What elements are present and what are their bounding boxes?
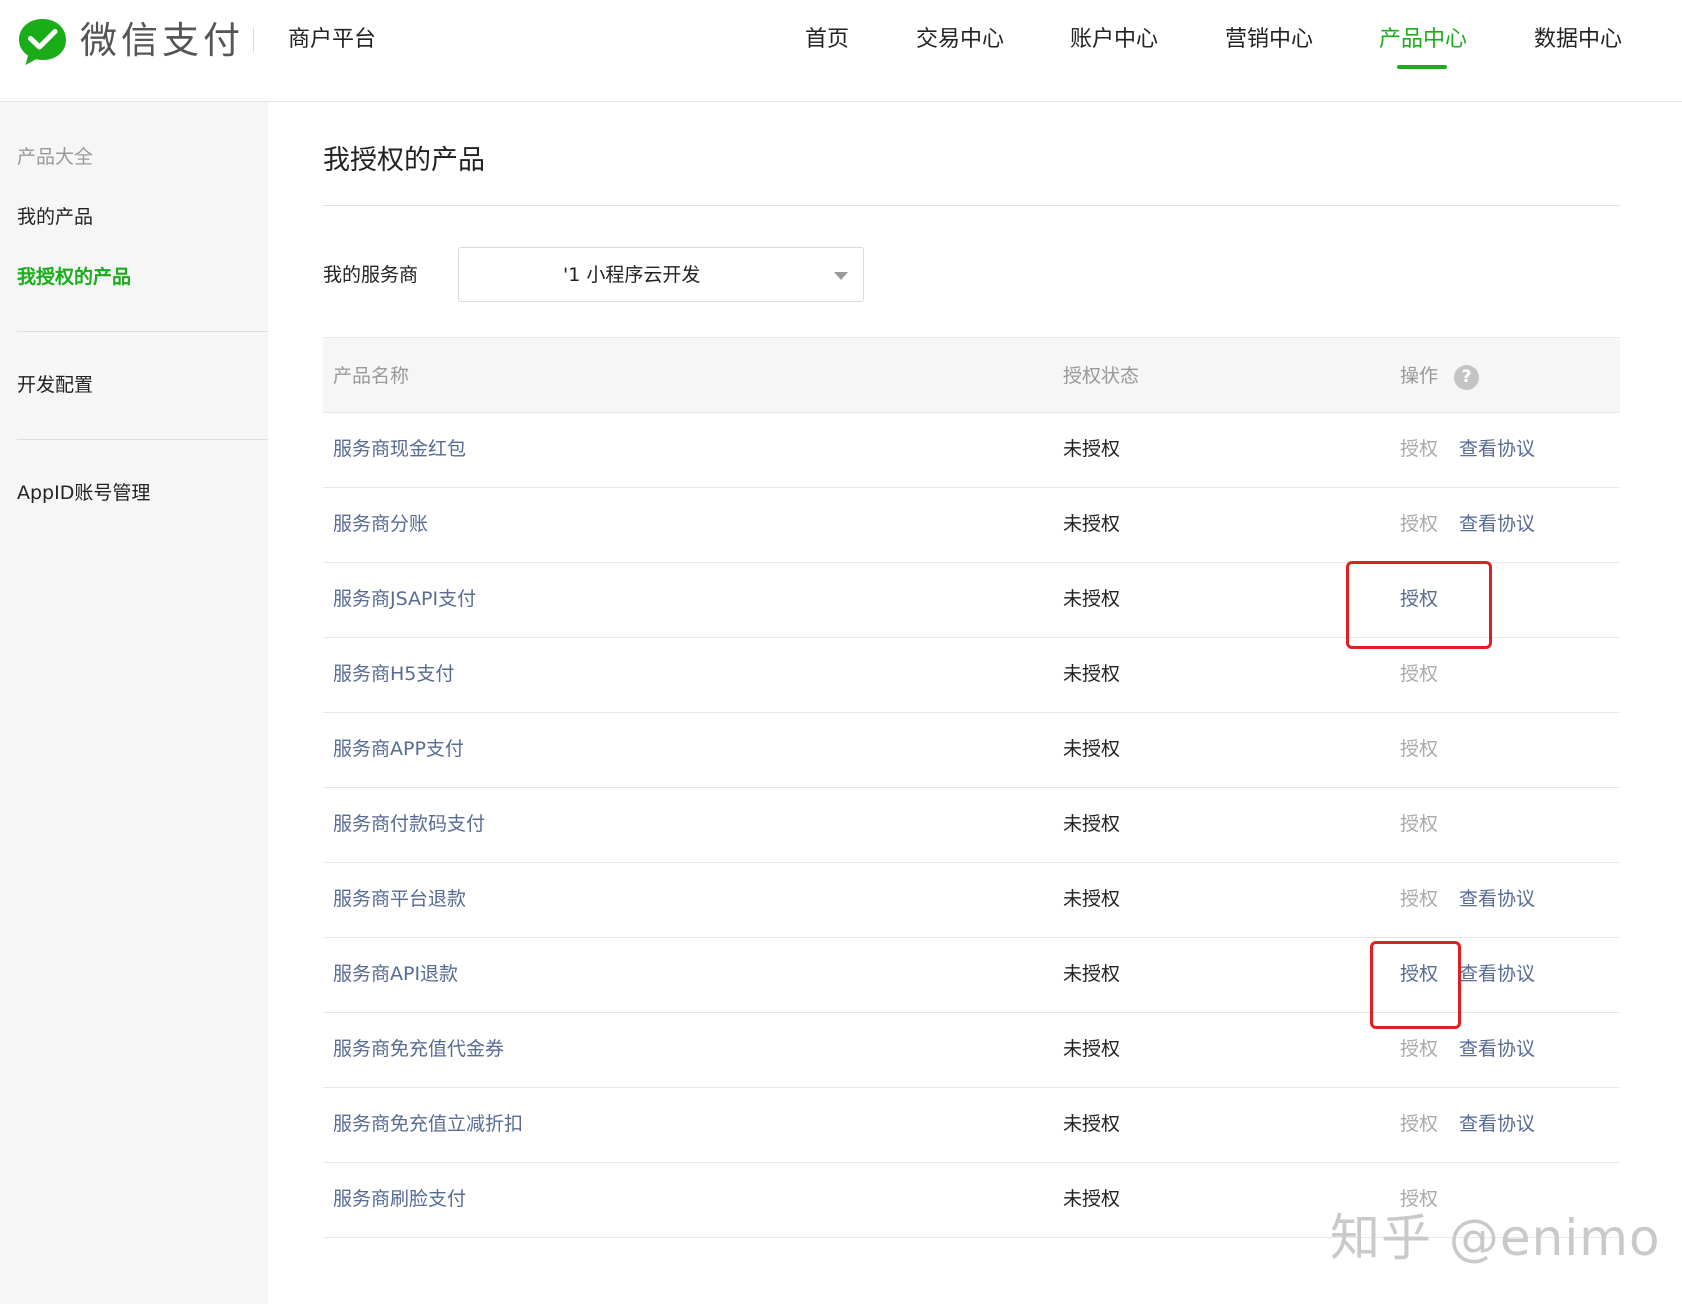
nav-home[interactable]: 首页 [805,24,849,56]
column-header-auth-status: 授权状态 [1063,365,1140,387]
title-divider [323,205,1620,206]
auth-status: 未授权 [1063,513,1121,535]
sidebar-divider [17,331,268,332]
zhihu-watermark: 知乎 @enimo [1330,1209,1661,1267]
sidebar-divider [17,439,268,440]
view-agreement-link[interactable]: 查看协议 [1459,435,1535,463]
column-header-product-name: 产品名称 [333,365,410,387]
nav-account-center[interactable]: 账户中心 [1070,24,1158,56]
page-title: 我授权的产品 [323,145,485,176]
nav-product-center[interactable]: 产品中心 [1379,24,1467,56]
table-row: 服务商平台退款 未授权 授权 查看协议 [323,863,1620,938]
product-name-link[interactable]: 服务商刷脸支付 [333,1185,466,1213]
table-row: 服务商分账 未授权 授权 查看协议 [323,488,1620,563]
sidebar: 产品大全 我的产品 我授权的产品 开发配置 AppID账号管理 [0,102,268,1304]
wechat-pay-logo-icon [19,19,66,65]
sidebar-item-dev-config[interactable]: 开发配置 [17,371,93,399]
authorize-button: 授权 [1400,738,1439,760]
auth-status: 未授权 [1063,963,1121,985]
table-header: 产品名称 授权状态 操作 ? [323,337,1620,413]
view-agreement-link[interactable]: 查看协议 [1459,510,1535,538]
provider-filter-label: 我的服务商 [323,264,419,286]
product-name-link[interactable]: 服务商现金红包 [333,435,466,463]
top-header: 微信支付 商户平台 首页 交易中心 账户中心 营销中心 产品中心 数据中心 [0,0,1682,102]
table-row: 服务商APP支付 未授权 授权 [323,713,1620,788]
table-body: 服务商现金红包 未授权 授权 查看协议 服务商分账 未授权 授权 查看协议 服务商JSAPI支付… [323,413,1620,1238]
product-name-link[interactable]: 服务商免充值立减折扣 [333,1110,523,1138]
product-name-link[interactable]: 服务商H5支付 [333,660,454,688]
brand-divider [253,28,254,52]
column-header-actions: 操作 [1400,365,1439,387]
auth-status: 未授权 [1063,1188,1121,1210]
table-row: 服务商现金红包 未授权 授权 查看协议 [323,413,1620,488]
authorize-button: 授权 [1400,813,1439,835]
auth-status: 未授权 [1063,738,1121,760]
highlight-box [1370,941,1461,1029]
highlight-box [1346,561,1492,649]
product-name-link[interactable]: 服务商付款码支付 [333,810,485,838]
view-agreement-link[interactable]: 查看协议 [1459,1035,1535,1063]
product-name-link[interactable]: 服务商分账 [333,510,428,538]
provider-select-value: '1 小程序云开发 [563,264,701,286]
authorize-button: 授权 [1400,438,1439,460]
authorize-button: 授权 [1400,1038,1439,1060]
platform-name: 商户平台 [288,27,377,52]
product-name-link[interactable]: 服务商平台退款 [333,885,466,913]
table-row: 服务商免充值立减折扣 未授权 授权 查看协议 [323,1088,1620,1163]
provider-select[interactable]: '1 小程序云开发 [458,247,864,302]
product-name-link[interactable]: 服务商JSAPI支付 [333,585,476,613]
auth-status: 未授权 [1063,813,1121,835]
table-row: 服务商H5支付 未授权 授权 [323,638,1620,713]
sidebar-item-authorized-products[interactable]: 我授权的产品 [17,263,131,291]
nav-data-center[interactable]: 数据中心 [1534,24,1622,56]
question-icon[interactable]: ? [1454,365,1479,390]
nav-active-indicator [1397,65,1447,69]
auth-status: 未授权 [1063,438,1121,460]
nav-marketing-center[interactable]: 营销中心 [1225,24,1313,56]
authorize-button: 授权 [1400,513,1439,535]
product-name-link[interactable]: 服务商APP支付 [333,735,464,763]
dropdown-arrow-icon [834,272,848,280]
authorize-button: 授权 [1400,663,1439,685]
authorize-button: 授权 [1400,1113,1439,1135]
sidebar-item-my-products[interactable]: 我的产品 [17,203,93,231]
authorize-button: 授权 [1400,888,1439,910]
view-agreement-link[interactable]: 查看协议 [1459,1110,1535,1138]
nav-trade-center[interactable]: 交易中心 [916,24,1004,56]
auth-status: 未授权 [1063,663,1121,685]
view-agreement-link[interactable]: 查看协议 [1459,885,1535,913]
auth-status: 未授权 [1063,588,1121,610]
table-row: 服务商付款码支付 未授权 授权 [323,788,1620,863]
sidebar-item-appid-management[interactable]: AppID账号管理 [17,479,150,507]
view-agreement-link[interactable]: 查看协议 [1459,960,1535,988]
product-name-link[interactable]: 服务商免充值代金券 [333,1035,504,1063]
sidebar-group-all-products: 产品大全 [17,146,94,168]
brand-name: 微信支付 [80,19,244,62]
auth-status: 未授权 [1063,1038,1121,1060]
auth-status: 未授权 [1063,888,1121,910]
products-table: 产品名称 授权状态 操作 ? 服务商现金红包 未授权 授权 查看协议 服务商分账 未授权授… [323,337,1620,1238]
product-name-link[interactable]: 服务商API退款 [333,960,458,988]
auth-status: 未授权 [1063,1113,1121,1135]
